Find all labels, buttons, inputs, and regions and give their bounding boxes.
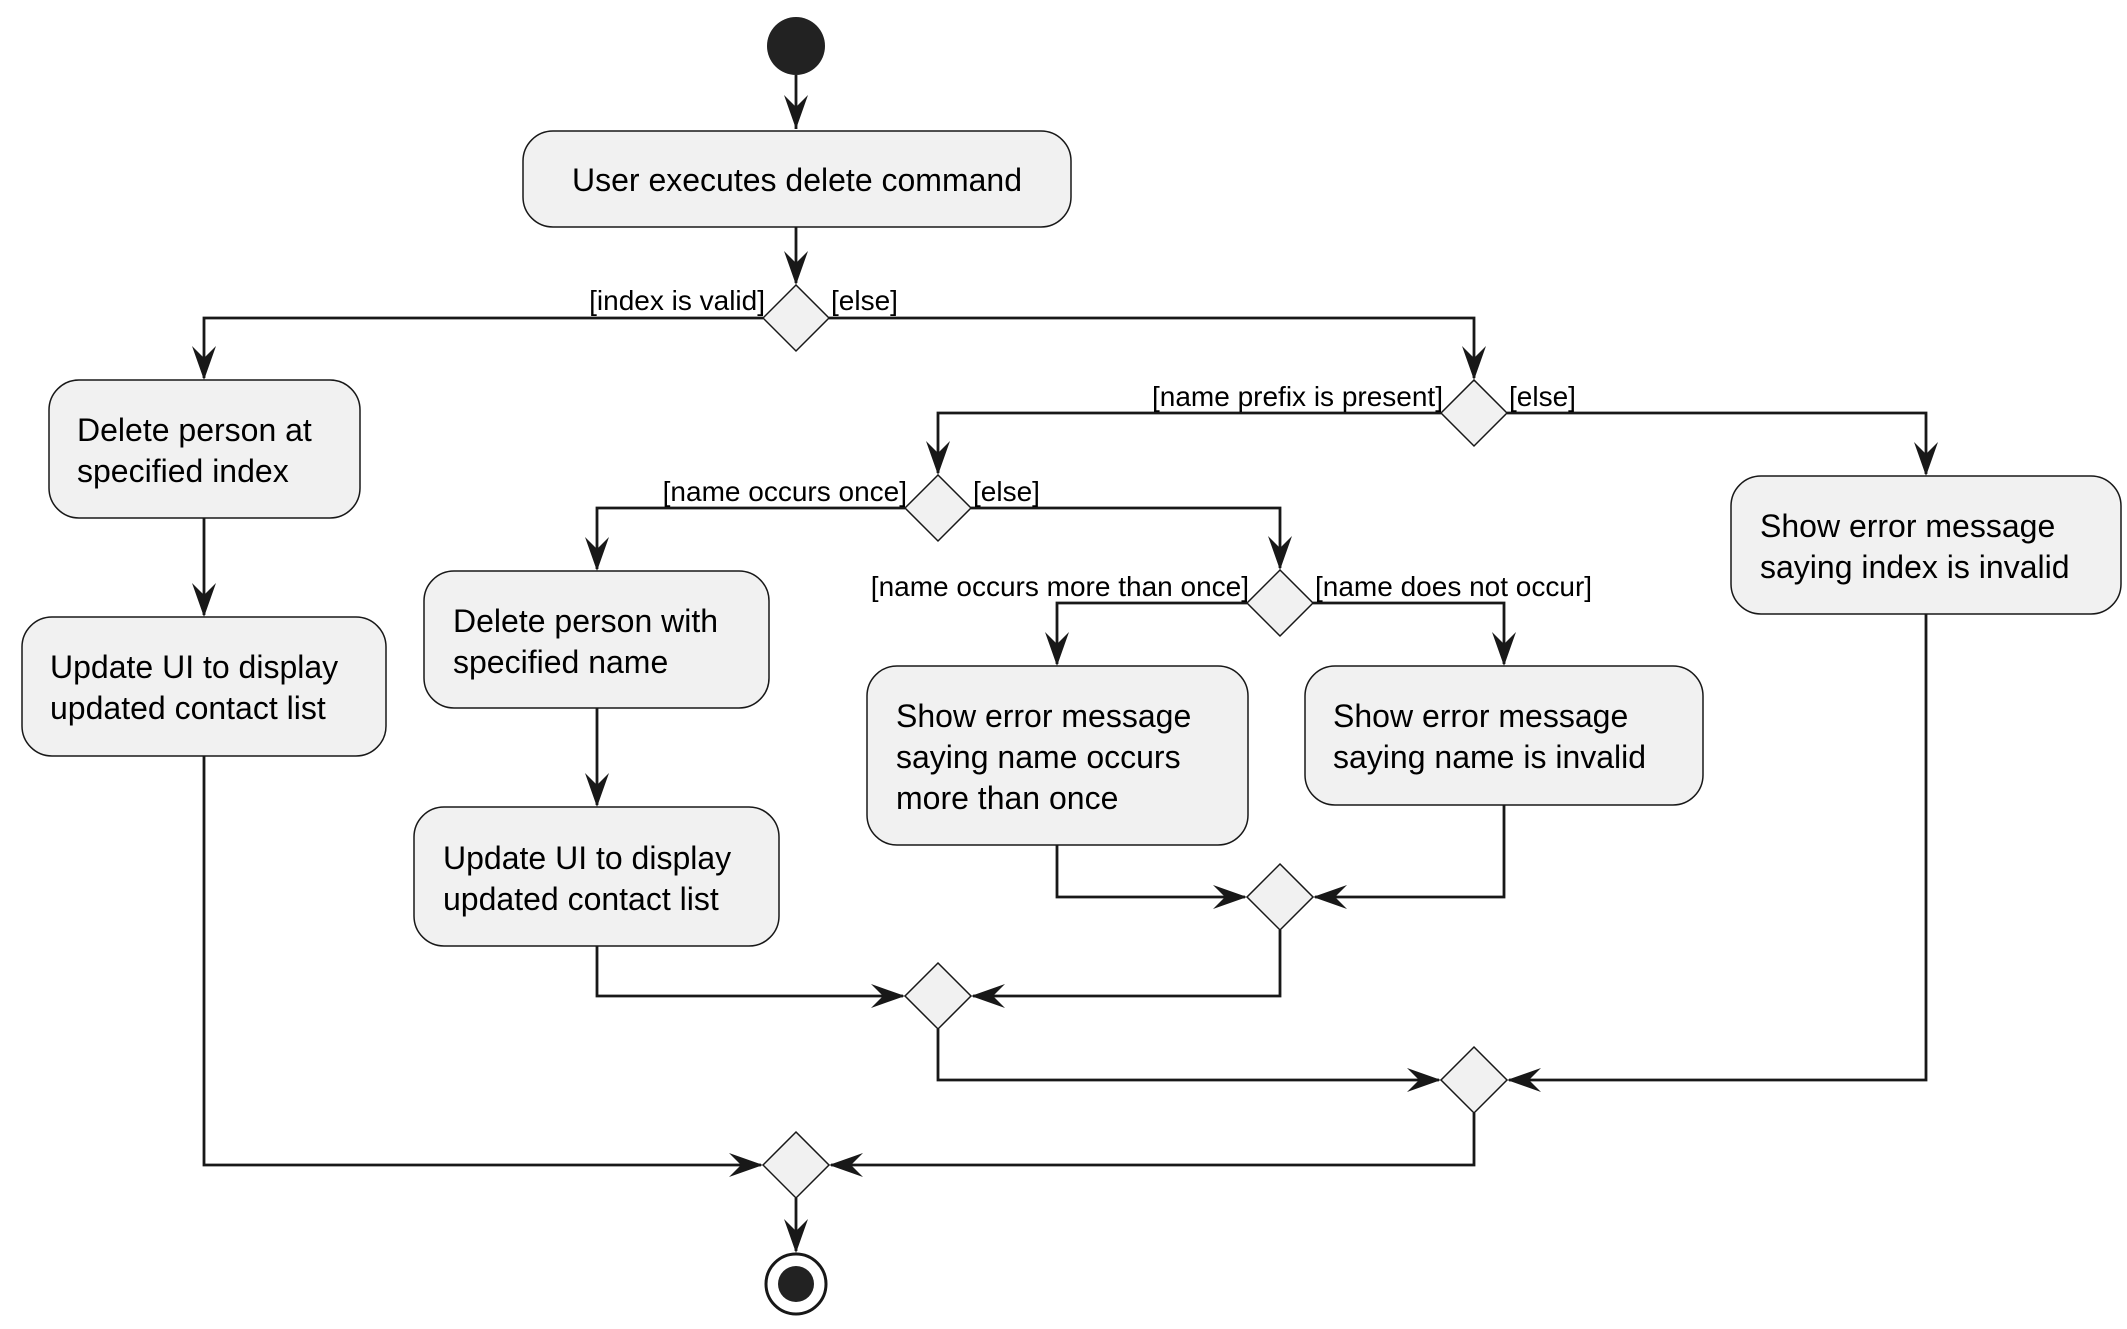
edge-prefix-else (1507, 411, 1928, 474)
activity-label-line: saying name occurs (896, 739, 1181, 775)
edge-index-else (829, 316, 1476, 378)
edge-merge1-to-merge2 (973, 930, 1282, 998)
activity-label-line: Update UI to display (443, 840, 731, 876)
edge-occurs-else (971, 506, 1282, 568)
guard-does-not-occur: [name does not occur] (1315, 571, 1592, 602)
guard-prefix-else: [else] (1509, 381, 1576, 412)
decision-name-occurs-once (903, 473, 973, 543)
edge-index-valid (202, 316, 763, 378)
merge-name-errors (1245, 862, 1315, 932)
activity-delete-name: Delete person with specified name (423, 570, 770, 709)
decision-name-occurs-more (1245, 568, 1315, 638)
activity-update-ui-index: Update UI to display updated contact list (21, 616, 387, 757)
guard-prefix-present: [name prefix is present] (1152, 381, 1443, 412)
merge-prefix-branch (1439, 1045, 1509, 1115)
edge-error-multiple-to-merge1 (1055, 845, 1245, 899)
activity-execute: User executes delete command (522, 130, 1072, 228)
activity-label-line: Show error message (1333, 698, 1628, 734)
edge-error-name-to-merge1 (1315, 805, 1506, 899)
end-node (764, 1252, 828, 1316)
activity-execute-label: User executes delete command (572, 162, 1022, 198)
edge-merge2-to-merge3 (936, 1029, 1439, 1082)
guard-index-else: [else] (831, 285, 898, 316)
activity-label-line: specified name (453, 644, 668, 680)
activity-label-line: Update UI to display (50, 649, 338, 685)
edge-occurs-once (595, 506, 905, 569)
decision-index-valid (761, 283, 831, 353)
activity-label-line: Delete person at (77, 412, 312, 448)
activity-error-multiple: Show error message saying name occurs more… (866, 665, 1249, 846)
guard-occurs-more: [name occurs more than once] (871, 571, 1249, 602)
activity-label-line: User executes delete command (572, 162, 1022, 198)
merge-name-branch (903, 961, 973, 1031)
activity-delete-index: Delete person at specified index (48, 379, 361, 519)
edge-occurs-more (1055, 601, 1247, 664)
guard-occurs-else: [else] (973, 476, 1040, 507)
activity-update-ui-name: Update UI to display updated contact list (413, 806, 780, 947)
guard-occurs-once: [name occurs once] (663, 476, 907, 507)
activity-error-index-invalid: Show error message saying index is invali… (1730, 475, 2122, 615)
activity-label-line: specified index (77, 453, 289, 489)
activity-label-line: updated contact list (443, 881, 719, 917)
activity-error-name-invalid: Show error message saying name is invalid (1304, 665, 1704, 806)
activity-label-line: Delete person with (453, 603, 718, 639)
decision-name-prefix (1439, 378, 1509, 448)
activity-label-line: updated contact list (50, 690, 326, 726)
activity-label-line: more than once (896, 780, 1118, 816)
merge-final (761, 1130, 831, 1200)
activity-label-line: saying index is invalid (1760, 549, 2070, 585)
activity-diagram: User executes delete command Delete pers… (21, 17, 2122, 1316)
start-node (767, 17, 825, 75)
activity-label-line: saying name is invalid (1333, 739, 1646, 775)
guard-labels: [index is valid] [else] [name prefix is … (589, 285, 1592, 602)
edge-merge3-to-merge4 (831, 1113, 1476, 1167)
guard-index-valid: [index is valid] (589, 285, 765, 316)
edge-does-not-occur (1313, 601, 1506, 664)
edge-prefix-present (936, 411, 1441, 473)
activity-label-line: Show error message (896, 698, 1191, 734)
edge-update-name-to-merge2 (595, 946, 903, 998)
activity-label-line: Show error message (1760, 508, 2055, 544)
